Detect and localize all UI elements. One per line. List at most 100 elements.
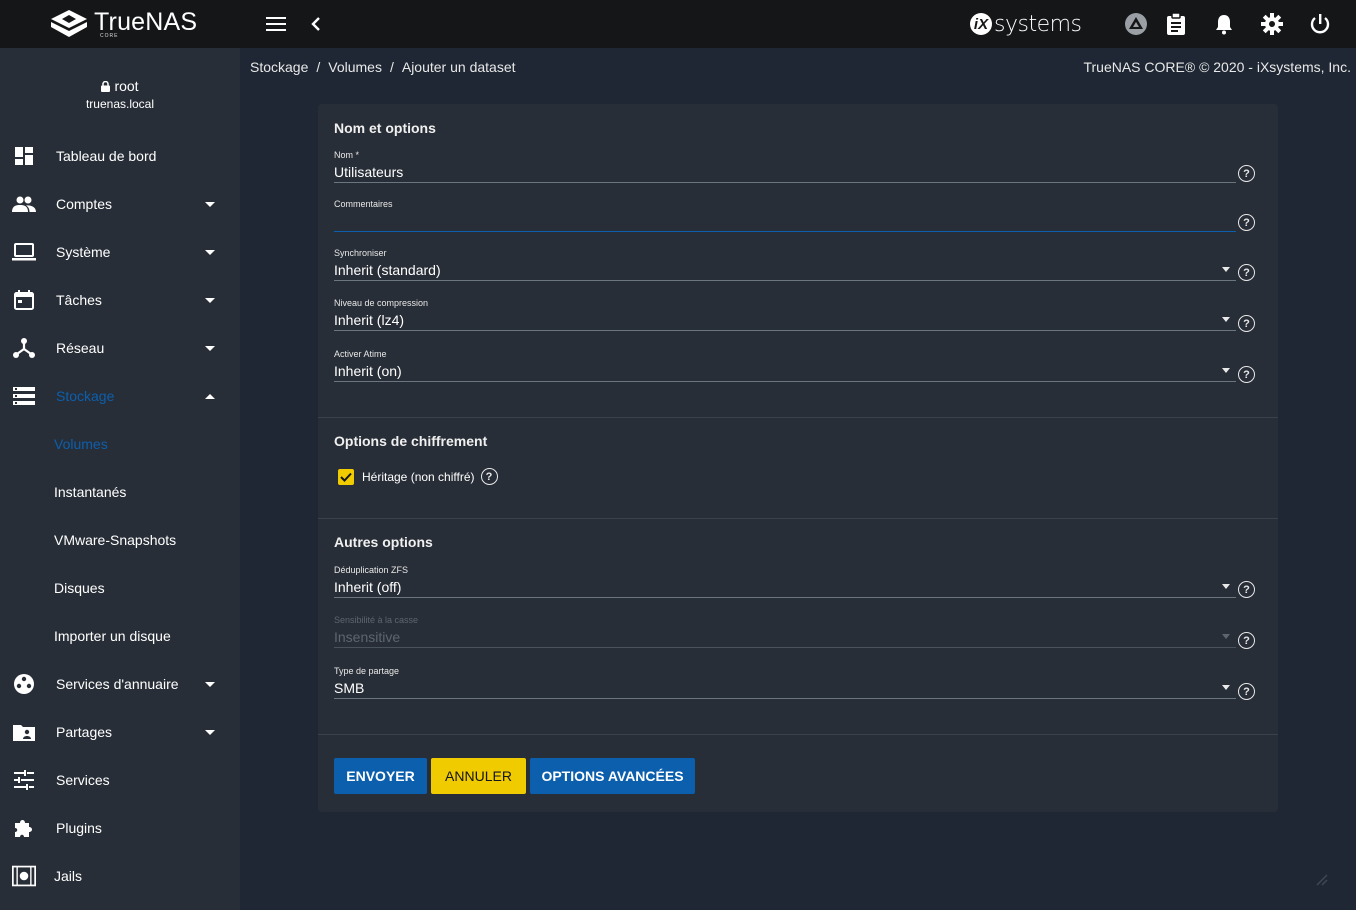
sync-select[interactable]: Synchroniser Inherit (standard) (334, 248, 1236, 288)
select-value: Inherit (standard) (334, 262, 441, 278)
field-underline (334, 381, 1236, 382)
clipboard-icon[interactable] (1164, 12, 1188, 36)
dropdown-arrow-icon (1222, 317, 1230, 322)
comments-field[interactable]: Commentaires (334, 199, 1236, 239)
help-icon[interactable]: ? (1238, 581, 1255, 598)
cancel-button[interactable]: ANNULER (431, 758, 526, 794)
breadcrumb-volumes[interactable]: Volumes (328, 59, 382, 75)
help-icon[interactable]: ? (1238, 366, 1255, 383)
sidebar-item-plugins[interactable]: Plugins (0, 804, 240, 852)
copyright-text: TrueNAS CORE® © 2020 - iXsystems, Inc. (1083, 59, 1351, 75)
encryption-inherit-checkbox[interactable] (338, 468, 354, 485)
power-icon[interactable] (1308, 12, 1332, 36)
atime-select[interactable]: Activer Atime Inherit (on) (334, 349, 1236, 389)
dashboard-icon (12, 144, 36, 168)
breadcrumb-separator: / (389, 59, 394, 75)
name-field[interactable]: Nom * Utilisateurs (334, 150, 1236, 190)
sidebar-item-label: Volumes (54, 436, 108, 452)
help-icon[interactable]: ? (1238, 264, 1255, 281)
jail-icon (12, 864, 36, 888)
dataset-form-card: Nom et options Nom * Utilisateurs ? Comm… (318, 104, 1278, 812)
ixsystems-logo[interactable]: iX systems (970, 9, 1082, 39)
sidebar: root truenas.local Tableau de bord Compt… (0, 48, 240, 910)
compression-select[interactable]: Niveau de compression Inherit (lz4) (334, 298, 1236, 338)
field-label: Déduplication ZFS (334, 565, 409, 575)
sidebar-subitem-import-disk[interactable]: Importer un disque (0, 612, 240, 660)
sidebar-item-label: Plugins (56, 820, 102, 836)
sidebar-item-directory-services[interactable]: Services d'annuaire (0, 660, 240, 708)
help-icon[interactable]: ? (1238, 214, 1255, 231)
select-value: Insensitive (334, 629, 401, 645)
caret-down-icon (205, 681, 215, 687)
chevron-left-icon[interactable] (304, 12, 328, 36)
menu-icon[interactable] (264, 12, 288, 36)
lock-icon (101, 80, 111, 92)
help-icon[interactable]: ? (1238, 315, 1255, 332)
directory-icon (12, 672, 36, 696)
help-icon[interactable]: ? (1238, 683, 1255, 700)
user-name: root (114, 78, 139, 94)
sidebar-item-dashboard[interactable]: Tableau de bord (0, 132, 240, 180)
sidebar-item-label: Instantanés (54, 484, 127, 500)
sidebar-item-system[interactable]: Système (0, 228, 240, 276)
caret-down-icon (205, 201, 215, 207)
field-label: Synchroniser (334, 248, 387, 258)
puzzle-icon (12, 816, 36, 840)
select-value: Inherit (lz4) (334, 312, 405, 328)
sidebar-subitem-volumes[interactable]: Volumes (0, 420, 240, 468)
caret-down-icon (205, 729, 215, 735)
help-icon[interactable]: ? (480, 468, 498, 485)
sidebar-subitem-vmware-snapshots[interactable]: VMware-Snapshots (0, 516, 240, 564)
share-type-select[interactable]: Type de partage SMB (334, 666, 1236, 706)
network-icon (12, 336, 36, 360)
dropdown-arrow-icon (1222, 368, 1230, 373)
sidebar-item-label: Comptes (56, 196, 113, 212)
field-label: Type de partage (334, 666, 400, 676)
sidebar-item-label: VMware-Snapshots (54, 532, 177, 548)
field-underline (334, 597, 1236, 598)
sidebar-item-accounts[interactable]: Comptes (0, 180, 240, 228)
advanced-options-button[interactable]: OPTIONS AVANCÉES (530, 758, 695, 794)
sidebar-item-services[interactable]: Services (0, 756, 240, 804)
name-input[interactable]: Utilisateurs (334, 164, 403, 180)
ix-mark: iX (970, 13, 992, 35)
breadcrumb-current: Ajouter un dataset (401, 59, 516, 75)
help-icon[interactable]: ? (1238, 632, 1255, 649)
truenas-logo[interactable]: TrueNAS CORE (50, 8, 197, 40)
breadcrumb-separator: / (316, 59, 321, 75)
sidebar-item-jails[interactable]: Jails (0, 852, 240, 900)
dropdown-arrow-icon (1222, 584, 1230, 589)
encryption-inherit-checkbox-row[interactable]: Héritage (non chiffré) ? (338, 468, 498, 485)
sidebar-item-label: Importer un disque (54, 628, 171, 644)
gear-icon[interactable] (1260, 12, 1284, 36)
sidebar-item-network[interactable]: Réseau (0, 324, 240, 372)
caret-down-icon (205, 345, 215, 351)
sidebar-item-tasks[interactable]: Tâches (0, 276, 240, 324)
sidebar-item-label: Stockage (56, 388, 115, 404)
section-divider (318, 417, 1278, 418)
breadcrumb-storage[interactable]: Stockage (250, 59, 308, 75)
breadcrumb: Stockage / Volumes / Ajouter un dataset (250, 59, 516, 75)
sidebar-item-label: Services (56, 772, 110, 788)
top-bar: TrueNAS CORE iX systems (0, 0, 1356, 48)
submit-button[interactable]: ENVOYER (334, 758, 427, 794)
ix-text: systems (994, 11, 1082, 37)
field-underline (334, 182, 1236, 183)
sidebar-item-shares[interactable]: Partages (0, 708, 240, 756)
field-label: Nom * (334, 150, 360, 160)
checkbox-label: Héritage (non chiffré) (362, 469, 475, 484)
field-label: Activer Atime (334, 349, 387, 359)
user-info: root truenas.local (0, 78, 240, 111)
sidebar-item-storage[interactable]: Stockage (0, 372, 240, 420)
sidebar-item-label: Services d'annuaire (56, 676, 179, 692)
field-label: Niveau de compression (334, 298, 429, 308)
sidebar-subitem-disks[interactable]: Disques (0, 564, 240, 612)
field-underline (334, 231, 1236, 232)
sidebar-subitem-snapshots[interactable]: Instantanés (0, 468, 240, 516)
dedup-select[interactable]: Déduplication ZFS Inherit (off) (334, 565, 1236, 605)
help-icon[interactable]: ? (1238, 165, 1255, 182)
bell-icon[interactable] (1212, 12, 1236, 36)
select-value: Inherit (off) (334, 579, 402, 595)
truecommand-icon[interactable] (1124, 12, 1148, 36)
sidebar-item-label: Réseau (56, 340, 105, 356)
